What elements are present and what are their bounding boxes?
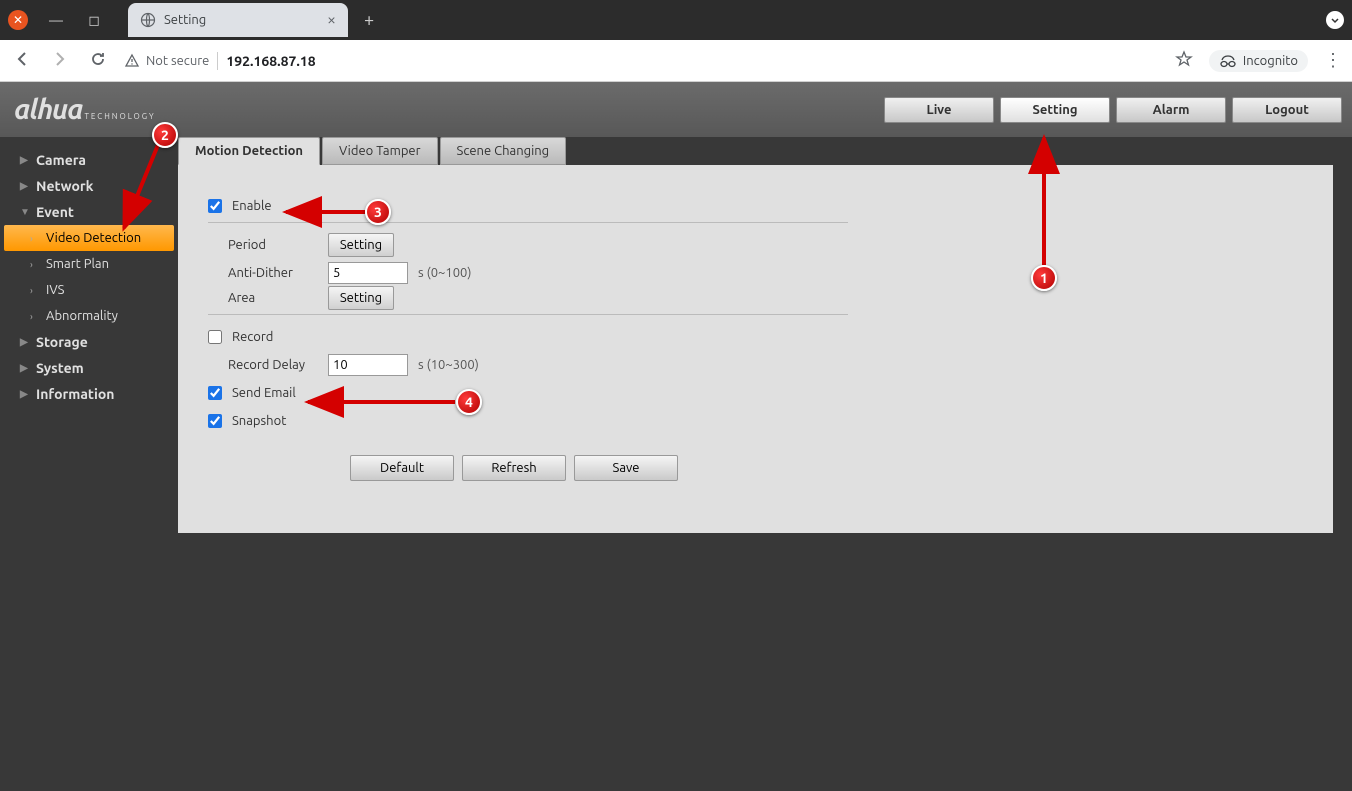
snapshot-checkbox[interactable] xyxy=(208,414,222,428)
anti-dither-hint: s (0~100) xyxy=(418,266,471,280)
send-email-label: Send Email xyxy=(232,386,296,400)
window-minimize-button[interactable]: — xyxy=(46,10,66,30)
record-delay-input[interactable] xyxy=(328,354,408,376)
period-label: Period xyxy=(208,238,328,252)
action-buttons: Default Refresh Save xyxy=(350,455,1333,481)
snapshot-row: Snapshot xyxy=(208,407,1333,435)
brand-logo: alhua TECHNOLOGY xyxy=(14,94,156,125)
separator xyxy=(217,52,218,70)
globe-icon xyxy=(140,12,156,28)
chevron-right-icon: › xyxy=(30,285,40,296)
enable-label: Enable xyxy=(232,199,272,213)
warning-icon xyxy=(124,53,140,69)
nav-logout[interactable]: Logout xyxy=(1232,97,1342,123)
enable-row: Enable xyxy=(208,195,848,223)
content-area: Motion Detection Video Tamper Scene Chan… xyxy=(178,137,1352,791)
not-secure-label: Not secure xyxy=(146,54,209,68)
anti-dither-label: Anti-Dither xyxy=(208,266,328,280)
incognito-label: Incognito xyxy=(1243,54,1298,68)
top-nav: Live Setting Alarm Logout xyxy=(884,97,1342,123)
chevron-down-icon: ▼ xyxy=(20,206,30,218)
chevron-right-icon: ▶ xyxy=(20,180,30,192)
reload-button[interactable] xyxy=(86,50,110,72)
record-label: Record xyxy=(232,330,273,344)
sidebar-item-ivs[interactable]: ›IVS xyxy=(0,277,178,303)
page-header: alhua TECHNOLOGY Live Setting Alarm Logo… xyxy=(0,82,1352,137)
sidebar-item-video-detection[interactable]: ›Video Detection xyxy=(4,225,174,251)
record-delay-row: Record Delay s (10~300) xyxy=(208,351,1333,379)
area-label: Area xyxy=(208,291,328,305)
address-bar: Not secure 192.168.87.18 Incognito ⋮ xyxy=(0,40,1352,82)
incognito-badge[interactable]: Incognito xyxy=(1209,50,1308,72)
window-menu-icon[interactable] xyxy=(1326,11,1344,29)
default-button[interactable]: Default xyxy=(350,455,454,481)
sidebar-item-event[interactable]: ▼Event xyxy=(0,199,178,225)
tab-motion-detection[interactable]: Motion Detection xyxy=(178,137,320,165)
incognito-icon xyxy=(1219,54,1237,68)
window-controls: ✕ — ◻ xyxy=(8,10,104,30)
window-close-button[interactable]: ✕ xyxy=(8,10,28,30)
chevron-right-icon: ▶ xyxy=(20,362,30,374)
period-setting-button[interactable]: Setting xyxy=(328,233,394,257)
star-icon[interactable] xyxy=(1175,50,1193,72)
record-checkbox[interactable] xyxy=(208,330,222,344)
send-email-checkbox[interactable] xyxy=(208,386,222,400)
sidebar-item-abnormality[interactable]: ›Abnormality xyxy=(0,303,178,329)
refresh-button[interactable]: Refresh xyxy=(462,455,566,481)
tab-scene-changing[interactable]: Scene Changing xyxy=(440,137,567,165)
tab-video-tamper[interactable]: Video Tamper xyxy=(322,137,438,165)
settings-panel: Enable Period Setting Anti-Dither s (0~1… xyxy=(178,165,1333,533)
forward-button[interactable] xyxy=(48,50,72,72)
tab-title: Setting xyxy=(164,13,319,27)
chevron-right-icon: › xyxy=(30,259,40,270)
send-email-row: Send Email xyxy=(208,379,1333,407)
anti-dither-input[interactable] xyxy=(328,262,408,284)
snapshot-label: Snapshot xyxy=(232,414,286,428)
chevron-right-icon: › xyxy=(30,233,40,244)
page-content: alhua TECHNOLOGY Live Setting Alarm Logo… xyxy=(0,82,1352,791)
record-row: Record xyxy=(208,323,1333,351)
sidebar-item-system[interactable]: ▶System xyxy=(0,355,178,381)
new-tab-button[interactable]: + xyxy=(364,10,374,30)
back-button[interactable] xyxy=(10,50,34,72)
tab-close-icon[interactable]: × xyxy=(327,11,336,29)
nav-live[interactable]: Live xyxy=(884,97,994,123)
record-delay-hint: s (10~300) xyxy=(418,358,479,372)
save-button[interactable]: Save xyxy=(574,455,678,481)
area-setting-button[interactable]: Setting xyxy=(328,286,394,310)
period-row: Period Setting xyxy=(208,231,1333,259)
browser-menu-icon[interactable]: ⋮ xyxy=(1324,50,1342,71)
window-maximize-button[interactable]: ◻ xyxy=(84,10,104,30)
address-field[interactable]: Not secure 192.168.87.18 xyxy=(124,52,1161,70)
chevron-right-icon: ▶ xyxy=(20,154,30,166)
anti-dither-row: Anti-Dither s (0~100) xyxy=(208,259,1333,287)
sidebar-item-smart-plan[interactable]: ›Smart Plan xyxy=(0,251,178,277)
chevron-right-icon: ▶ xyxy=(20,388,30,400)
enable-checkbox[interactable] xyxy=(208,199,222,213)
area-row: Area Setting xyxy=(208,287,848,315)
sidebar: ▶Camera ▶Network ▼Event ›Video Detection… xyxy=(0,137,178,791)
sidebar-item-camera[interactable]: ▶Camera xyxy=(0,147,178,173)
sidebar-item-storage[interactable]: ▶Storage xyxy=(0,329,178,355)
sidebar-item-network[interactable]: ▶Network xyxy=(0,173,178,199)
browser-tab[interactable]: Setting × xyxy=(128,3,348,37)
nav-alarm[interactable]: Alarm xyxy=(1116,97,1226,123)
window-titlebar: ✕ — ◻ Setting × + xyxy=(0,0,1352,40)
chevron-right-icon: ▶ xyxy=(20,336,30,348)
sidebar-item-information[interactable]: ▶Information xyxy=(0,381,178,407)
nav-setting[interactable]: Setting xyxy=(1000,97,1110,123)
tabs: Motion Detection Video Tamper Scene Chan… xyxy=(178,137,1352,165)
record-delay-label: Record Delay xyxy=(208,358,328,372)
url-text: 192.168.87.18 xyxy=(226,53,315,69)
not-secure-badge[interactable]: Not secure xyxy=(124,53,209,69)
chevron-right-icon: › xyxy=(30,311,40,322)
